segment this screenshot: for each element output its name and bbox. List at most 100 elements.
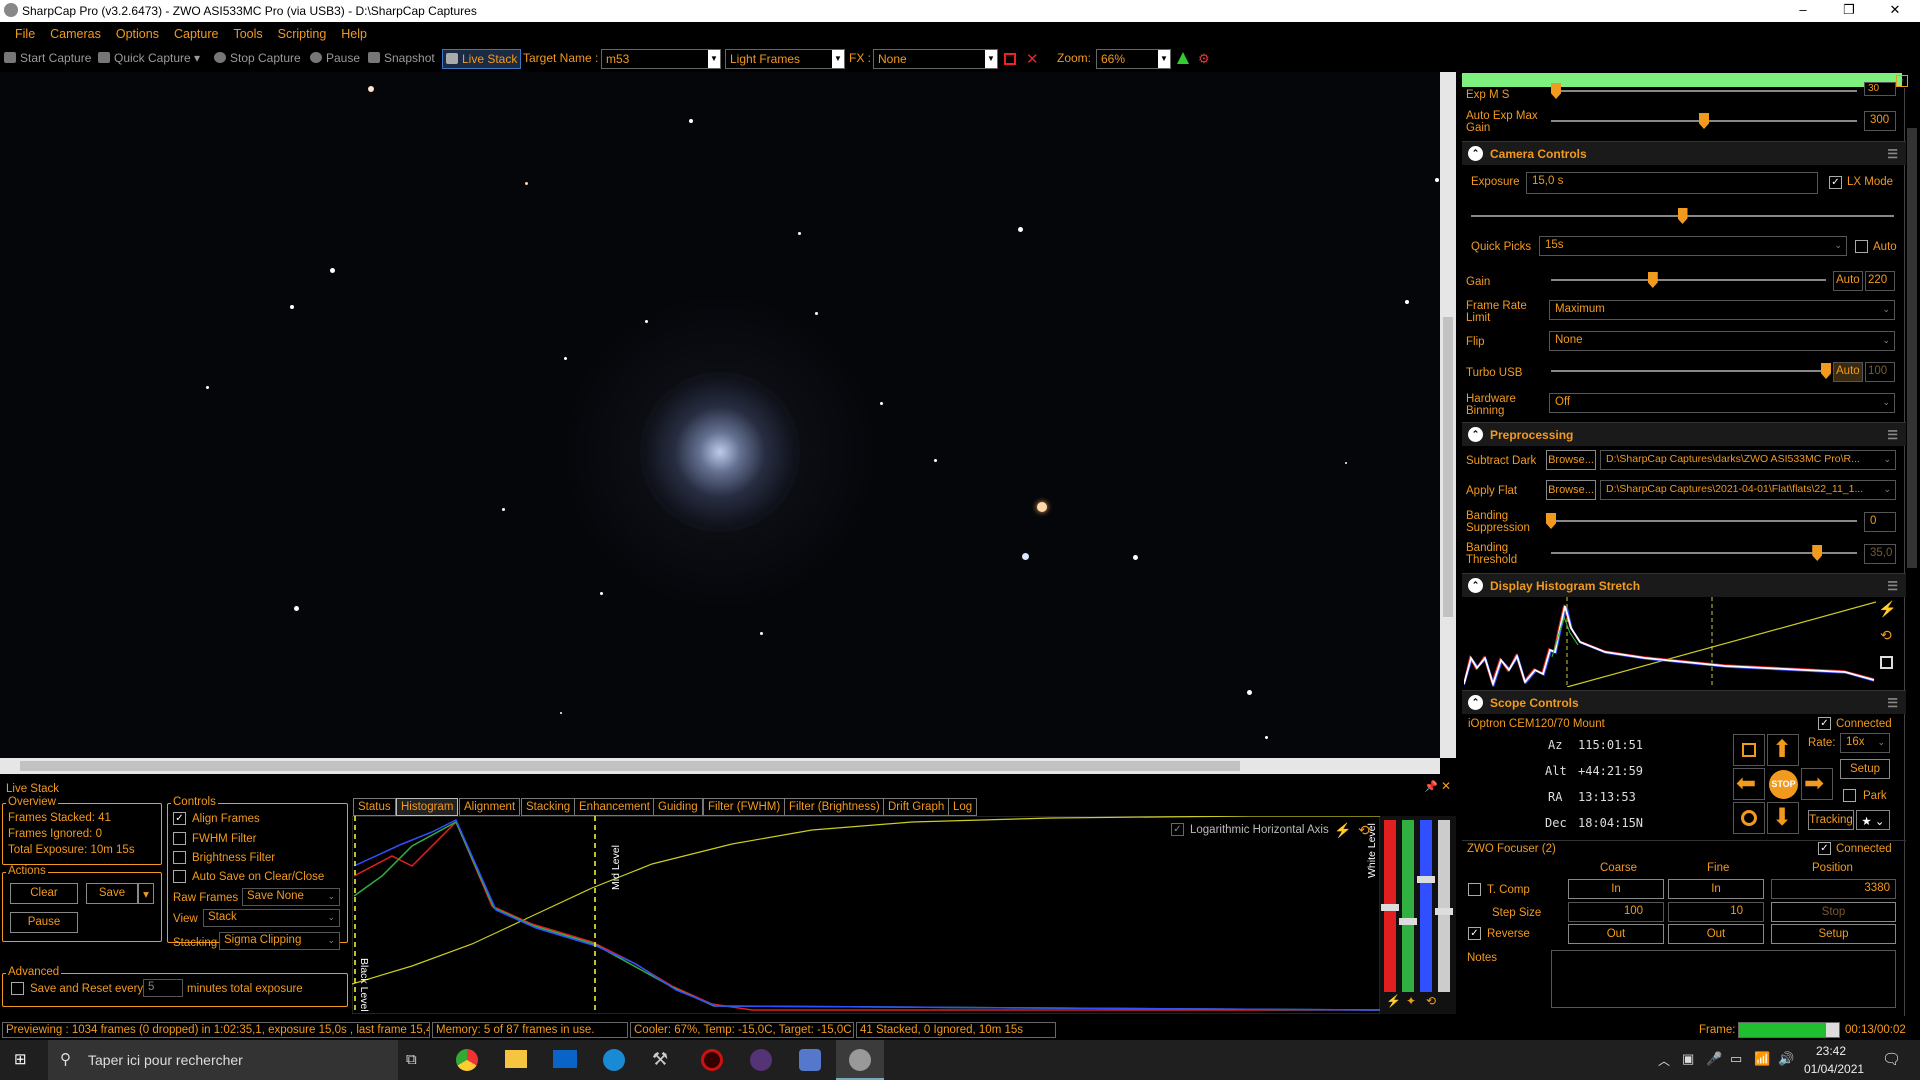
histogram-icon[interactable] [1177, 52, 1189, 64]
frame-rate-select[interactable]: Maximum ⌄ [1549, 300, 1895, 320]
slider-thumb[interactable] [1381, 904, 1399, 911]
green-level-slider[interactable] [1402, 820, 1414, 992]
tab-status[interactable]: Status [353, 798, 396, 816]
volume-icon[interactable]: 🔊 [1778, 1051, 1794, 1067]
maximize-button[interactable]: ❐ [1826, 0, 1872, 22]
histogram-stretch-header[interactable]: ⌃ Display Histogram Stretch ☰ [1462, 573, 1906, 597]
quick-capture-button[interactable]: Quick Capture ▾ [98, 51, 200, 65]
reverse-checkbox[interactable]: ✓ [1468, 927, 1481, 940]
focuser-connected-checkbox[interactable]: ✓ [1818, 842, 1831, 855]
auto-levels-icon[interactable]: ⚡ [1386, 994, 1401, 1008]
notifications-icon[interactable]: 🗨 [1882, 1050, 1901, 1068]
menu-file[interactable]: File [0, 22, 35, 41]
fine-step-input[interactable]: 10 [1668, 902, 1764, 922]
edge-icon[interactable] [603, 1049, 625, 1071]
banding-suppression-value[interactable]: 0 [1864, 512, 1896, 532]
tab-stacking[interactable]: Stacking [521, 798, 576, 816]
brightness-filter-checkbox[interactable] [173, 851, 186, 864]
menu-help[interactable]: Help [326, 22, 367, 41]
battery-icon[interactable]: ▭ [1730, 1051, 1742, 1067]
arrow-down-button[interactable]: ⬇ [1767, 802, 1799, 834]
tab-alignment[interactable]: Alignment [459, 798, 521, 816]
scroll-thumb[interactable] [20, 761, 1240, 771]
telescope-icon[interactable]: ⚒ [652, 1049, 668, 1070]
menu-cameras[interactable]: Cameras [35, 22, 101, 41]
menu-scripting[interactable]: Scripting [263, 22, 327, 41]
close-icon[interactable]: ✕ [1441, 779, 1451, 793]
camera-image-view[interactable] [0, 72, 1440, 758]
gain-value[interactable]: 220 [1865, 271, 1895, 291]
histogram-stretch-graph[interactable] [1464, 597, 1876, 687]
notes-textarea[interactable] [1551, 950, 1896, 1008]
gain-slider[interactable] [1551, 272, 1826, 288]
goto-icon[interactable] [1733, 734, 1765, 766]
lx-mode-checkbox[interactable]: ✓ [1829, 176, 1842, 189]
scope-controls-header[interactable]: ⌃ Scope Controls ☰ [1462, 690, 1906, 714]
auto-exp-max-gain-slider[interactable] [1551, 113, 1857, 129]
fx-select[interactable]: None ▼ [873, 49, 998, 69]
slider-thumb[interactable] [1435, 908, 1453, 915]
menu-capture[interactable]: Capture [159, 22, 218, 41]
align-frames-checkbox[interactable]: ✓ [173, 812, 186, 825]
apply-flat-path[interactable]: D:\SharpCap Captures\2021-04-01\Flat\fla… [1600, 480, 1896, 500]
app-icon[interactable] [701, 1049, 723, 1071]
exp-ms-slider[interactable] [1551, 83, 1857, 99]
blue-level-slider[interactable] [1420, 820, 1432, 992]
raw-frames-select[interactable]: Save None ⌄ [242, 888, 340, 906]
stack-histogram-graph[interactable] [352, 816, 1380, 1014]
save-button[interactable]: Save [86, 883, 138, 904]
reset-icon[interactable]: ⟲ [1880, 627, 1892, 644]
banding-threshold-value[interactable]: 35,0 [1864, 544, 1896, 564]
settings-icon[interactable]: ⚙ [1198, 51, 1210, 67]
park-checkbox[interactable] [1843, 789, 1856, 802]
tab-enhancement[interactable]: Enhancement [574, 798, 655, 816]
log-axis-checkbox[interactable]: ✓ [1171, 823, 1184, 836]
focuser-position-value[interactable]: 3380 [1771, 879, 1896, 899]
tab-histogram[interactable]: Histogram [396, 798, 459, 816]
discord-icon[interactable] [799, 1049, 821, 1071]
horizontal-scrollbar[interactable] [0, 758, 1440, 774]
preprocessing-header[interactable]: ⌃ Preprocessing ☰ [1462, 422, 1906, 446]
subtract-dark-browse-button[interactable]: Browse... [1546, 450, 1596, 470]
minimize-button[interactable]: – [1780, 0, 1826, 22]
file-explorer-icon[interactable] [505, 1050, 527, 1068]
chrome-icon[interactable] [456, 1049, 478, 1071]
slider-thumb[interactable] [1417, 876, 1435, 883]
quick-picks-auto-checkbox[interactable] [1855, 240, 1868, 253]
fine-in-button[interactable]: In [1668, 879, 1764, 899]
exposure-slider[interactable] [1471, 208, 1894, 224]
target-name-input[interactable]: m53 ▼ [601, 49, 721, 69]
coarse-in-button[interactable]: In [1568, 879, 1664, 899]
live-stack-button[interactable]: Live Stack [442, 49, 522, 69]
quick-picks-select[interactable]: 15s ⌄ [1539, 236, 1847, 256]
fwhm-filter-checkbox[interactable] [173, 832, 186, 845]
pin-icon[interactable]: ▫ [1896, 75, 1908, 87]
wifi-icon[interactable]: 📶 [1754, 1051, 1770, 1067]
save-icon[interactable] [1880, 656, 1893, 669]
collapse-icon[interactable]: ⌃ [1468, 427, 1483, 442]
menu-icon[interactable]: ☰ [1887, 696, 1898, 710]
tab-filter-fwhm[interactable]: Filter (FWHM) [703, 798, 786, 816]
arrow-up-button[interactable]: ⬆ [1767, 734, 1799, 766]
focuser-stop-button[interactable]: Stop [1771, 902, 1896, 922]
reset-icon[interactable]: ⟲ [1358, 822, 1370, 839]
exp-ms-value[interactable]: 30 [1864, 82, 1896, 96]
arrow-right-button[interactable]: ➡ [1801, 768, 1833, 800]
menu-tools[interactable]: Tools [218, 22, 262, 41]
tab-filter-brightness[interactable]: Filter (Brightness) [784, 798, 885, 816]
star-tracking-button[interactable]: ★ ⌄ [1856, 810, 1890, 830]
turbo-usb-auto-button[interactable]: Auto [1833, 362, 1863, 382]
reticle-icon[interactable] [1004, 53, 1016, 65]
clear-button[interactable]: Clear [10, 883, 78, 904]
start-capture-button[interactable]: Start Capture [4, 51, 91, 65]
chevron-up-icon[interactable]: ︿ [1658, 1052, 1670, 1069]
stellarium-icon[interactable] [750, 1049, 772, 1071]
crosshair-icon[interactable]: ✕ [1026, 50, 1039, 68]
slider-thumb[interactable] [1399, 918, 1417, 925]
stop-button[interactable]: STOP [1767, 768, 1799, 800]
stacking-select[interactable]: Sigma Clipping ⌄ [219, 932, 340, 950]
coarse-out-button[interactable]: Out [1568, 924, 1664, 944]
frame-type-select[interactable]: Light Frames ▼ [725, 49, 845, 69]
apply-flat-browse-button[interactable]: Browse... [1546, 480, 1596, 500]
menu-icon[interactable]: ☰ [1887, 428, 1898, 442]
